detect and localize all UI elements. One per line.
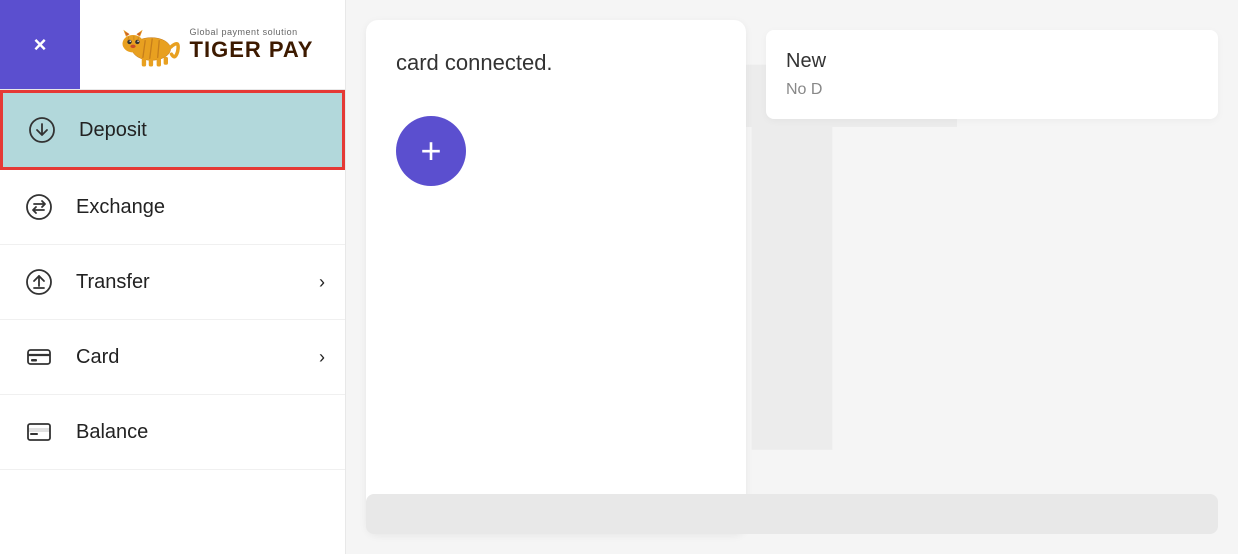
sidebar: × xyxy=(0,0,346,554)
add-card-button[interactable]: + xyxy=(396,116,466,186)
nav-items: Deposit Exchange xyxy=(0,90,345,554)
sidebar-item-balance[interactable]: Balance xyxy=(0,395,345,470)
logo: Global payment solution TIGER PAY xyxy=(112,20,314,70)
transfer-icon xyxy=(20,263,58,301)
close-button[interactable]: × xyxy=(0,0,80,89)
balance-icon xyxy=(20,413,58,451)
right-panel: New No D xyxy=(766,20,1218,534)
card-icon xyxy=(20,338,58,376)
no-card-connected-text: card connected. xyxy=(396,50,553,76)
logo-text: Global payment solution TIGER PAY xyxy=(190,27,314,63)
tiger-logo-icon xyxy=(112,20,182,70)
main-content: T card connected. + New No D xyxy=(346,0,1238,554)
sidebar-item-exchange[interactable]: Exchange xyxy=(0,170,345,245)
sidebar-item-label-exchange: Exchange xyxy=(76,196,325,219)
right-section-subtitle: No D xyxy=(786,81,1198,99)
sidebar-item-label-balance: Balance xyxy=(76,421,325,444)
sidebar-item-deposit[interactable]: Deposit xyxy=(0,90,345,170)
logo-title: TIGER PAY xyxy=(190,37,314,63)
sidebar-header: × xyxy=(0,0,345,90)
close-icon: × xyxy=(34,32,47,58)
transfer-arrow-icon: › xyxy=(319,272,325,293)
sidebar-item-label-transfer: Transfer xyxy=(76,271,319,294)
logo-subtitle: Global payment solution xyxy=(190,27,298,37)
logo-area: Global payment solution TIGER PAY xyxy=(80,0,345,89)
sidebar-item-transfer[interactable]: Transfer › xyxy=(0,245,345,320)
sidebar-item-card[interactable]: Card › xyxy=(0,320,345,395)
deposit-icon xyxy=(23,111,61,149)
card-arrow-icon: › xyxy=(319,347,325,368)
sidebar-item-label-deposit: Deposit xyxy=(79,119,322,142)
right-section-new: New No D xyxy=(766,30,1218,119)
card-panel: card connected. + xyxy=(366,20,746,534)
bottom-bar xyxy=(366,494,1218,534)
right-section-title: New xyxy=(786,50,1198,73)
sidebar-item-label-card: Card xyxy=(76,346,319,369)
exchange-icon xyxy=(20,188,58,226)
plus-icon: + xyxy=(420,133,441,169)
